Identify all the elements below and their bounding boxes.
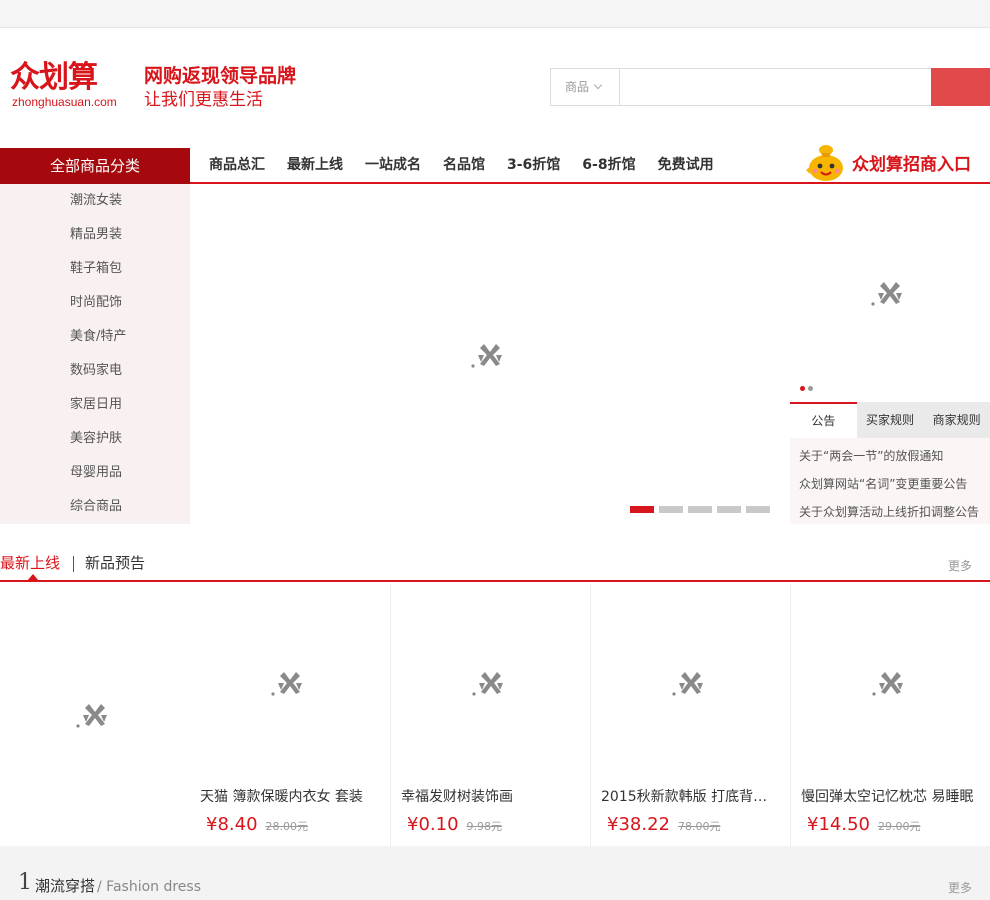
- nav-items: 商品总汇 最新上线 一站成名 名品馆 3-6折馆 6-8折馆 免费试用: [198, 148, 725, 182]
- category-sidebar: 潮流女装 精品男装 鞋子箱包 时尚配饰 美食/特产 数码家电 家居日用 美容护肤…: [0, 184, 190, 524]
- original-price: 9.98元: [466, 820, 503, 833]
- notice-item[interactable]: 关于众划算活动上线折扣调整公告: [799, 498, 990, 526]
- image-placeholder-icon: [671, 666, 711, 698]
- merchant-label: 众划算招商入口: [852, 155, 971, 175]
- current-price: ¥14.50: [807, 814, 870, 835]
- tab-new-online[interactable]: 最新上线: [0, 552, 60, 574]
- product-name[interactable]: 天猫 簿款保暖内衣女 套装: [200, 786, 380, 806]
- banner-carousel[interactable]: [190, 184, 790, 524]
- current-price: ¥8.40: [206, 814, 258, 835]
- carousel-indicators: [630, 506, 770, 513]
- original-price: 78.00元: [677, 820, 721, 833]
- merchant-entry-link[interactable]: 众划算招商入口: [800, 140, 985, 182]
- logo-text: 众划算: [10, 60, 98, 95]
- image-placeholder-icon: [870, 276, 910, 308]
- original-price: 29.00元: [877, 820, 921, 833]
- more-link[interactable]: 更多: [948, 557, 972, 574]
- original-price: 28.00元: [265, 820, 309, 833]
- mascot-icon: [806, 145, 843, 181]
- promo-image[interactable]: [0, 584, 190, 846]
- section-title: 潮流穿搭 / Fashion dress: [35, 875, 201, 896]
- top-bar: [0, 0, 990, 28]
- site-logo[interactable]: 众划算 zhonghuasuan.com: [10, 62, 135, 110]
- slogan: 网购返现领导品牌 让我们更惠生活: [144, 64, 296, 112]
- carousel-dot[interactable]: [659, 506, 683, 513]
- nav-item-3-6-discount[interactable]: 3-6折馆: [496, 148, 571, 182]
- carousel-dot[interactable]: [717, 506, 741, 513]
- image-placeholder-icon: [471, 666, 511, 698]
- right-panel: 公告 买家规则 商家规则 关于“两会一节”的放假通知 众划算网站“名词”变更重要…: [790, 184, 990, 524]
- section-title-cn: 潮流穿搭: [35, 877, 96, 895]
- nav-item-free-trial[interactable]: 免费试用: [647, 148, 725, 182]
- search-input[interactable]: [621, 69, 931, 105]
- tab-buyer-rules[interactable]: 买家规则: [857, 402, 924, 438]
- product-card[interactable]: 幸福发财树装饰画 ¥0.10 9.98元: [390, 584, 590, 846]
- product-card[interactable]: 2015秋新款韩版 打底背心女 ¥38.22 78.00元: [590, 584, 790, 846]
- side-ad[interactable]: [790, 184, 990, 402]
- carousel-dot[interactable]: [630, 506, 654, 513]
- section-number: 1: [18, 870, 32, 895]
- search-button[interactable]: [931, 68, 990, 106]
- product-name[interactable]: 幸福发财树装饰画: [401, 786, 581, 806]
- sidebar-item-beauty[interactable]: 美容护肤: [0, 422, 190, 456]
- tab-announcement[interactable]: 公告: [790, 402, 857, 438]
- sidebar-item-general[interactable]: 综合商品: [0, 490, 190, 524]
- side-ad-dot[interactable]: [808, 386, 813, 391]
- notice-tabs: 公告 买家规则 商家规则: [790, 402, 990, 438]
- tab-divider: [73, 556, 74, 572]
- product-card[interactable]: 天猫 簿款保暖内衣女 套装 ¥8.40 28.00元: [190, 584, 390, 846]
- search-type-dropdown[interactable]: 商品: [551, 69, 620, 105]
- product-name[interactable]: 2015秋新款韩版 打底背心女: [601, 786, 781, 806]
- notice-board: 公告 买家规则 商家规则 关于“两会一节”的放假通知 众划算网站“名词”变更重要…: [790, 402, 990, 524]
- product-price: ¥38.22 78.00元: [607, 814, 720, 835]
- notice-list: 关于“两会一节”的放假通知 众划算网站“名词”变更重要公告 关于众划算活动上线折…: [790, 438, 990, 524]
- current-price: ¥0.10: [407, 814, 459, 835]
- all-categories-button[interactable]: 全部商品分类: [0, 148, 190, 184]
- chevron-down-icon: [593, 80, 603, 90]
- notice-item[interactable]: 关于“两会一节”的放假通知: [799, 442, 990, 470]
- search-bar: 商品: [550, 68, 990, 106]
- more-link[interactable]: 更多: [948, 879, 972, 896]
- sidebar-item-women[interactable]: 潮流女装: [0, 184, 190, 218]
- sidebar-item-digital[interactable]: 数码家电: [0, 354, 190, 388]
- nav-item-new-online[interactable]: 最新上线: [276, 148, 354, 182]
- sidebar-item-shoes-bags[interactable]: 鞋子箱包: [0, 252, 190, 286]
- active-tab-arrow: [27, 574, 39, 581]
- product-price: ¥0.10 9.98元: [407, 814, 502, 835]
- product-card[interactable]: 慢回弹太空记忆枕芯 易睡眠 ¥14.50 29.00元: [790, 584, 990, 846]
- image-placeholder-icon: [470, 338, 510, 370]
- search-type-label: 商品: [565, 80, 590, 94]
- current-price: ¥38.22: [607, 814, 670, 835]
- sidebar-item-men[interactable]: 精品男装: [0, 218, 190, 252]
- fashion-section-header: 1 潮流穿搭 / Fashion dress 更多: [0, 846, 990, 900]
- nav-item-all-goods[interactable]: 商品总汇: [198, 148, 276, 182]
- sidebar-item-home[interactable]: 家居日用: [0, 388, 190, 422]
- image-placeholder-icon: [871, 666, 911, 698]
- nav-item-brand-hall[interactable]: 名品馆: [432, 148, 496, 182]
- slogan-sub: 让我们更惠生活: [144, 90, 263, 110]
- section-title-en: / Fashion dress: [97, 879, 202, 895]
- sidebar-item-food[interactable]: 美食/特产: [0, 320, 190, 354]
- nav-item-6-8-discount[interactable]: 6-8折馆: [571, 148, 646, 182]
- carousel-dot[interactable]: [746, 506, 770, 513]
- logo-url: zhonghuasuan.com: [12, 95, 117, 109]
- side-ad-indicators: [800, 386, 813, 391]
- sidebar-item-baby[interactable]: 母婴用品: [0, 456, 190, 490]
- side-ad-dot[interactable]: [800, 386, 805, 391]
- tab-new-preview[interactable]: 新品预告: [85, 552, 145, 574]
- sidebar-item-accessories[interactable]: 时尚配饰: [0, 286, 190, 320]
- product-list: 天猫 簿款保暖内衣女 套装 ¥8.40 28.00元 幸福发财树装饰画 ¥0.10…: [0, 584, 990, 846]
- image-placeholder-icon: [270, 666, 310, 698]
- product-price: ¥8.40 28.00元: [206, 814, 308, 835]
- product-name[interactable]: 慢回弹太空记忆枕芯 易睡眠: [801, 786, 981, 806]
- slogan-main: 网购返现领导品牌: [144, 65, 297, 87]
- carousel-dot[interactable]: [688, 506, 712, 513]
- image-placeholder-icon: [75, 698, 115, 730]
- main-nav: 全部商品分类 商品总汇 最新上线 一站成名 名品馆 3-6折馆 6-8折馆 免费…: [0, 145, 990, 184]
- product-price: ¥14.50 29.00元: [807, 814, 920, 835]
- nav-item-famous[interactable]: 一站成名: [354, 148, 432, 182]
- new-arrivals-header: 最新上线 新品预告 更多: [0, 548, 990, 582]
- tab-merchant-rules[interactable]: 商家规则: [923, 402, 990, 438]
- notice-item[interactable]: 众划算网站“名词”变更重要公告: [799, 470, 990, 498]
